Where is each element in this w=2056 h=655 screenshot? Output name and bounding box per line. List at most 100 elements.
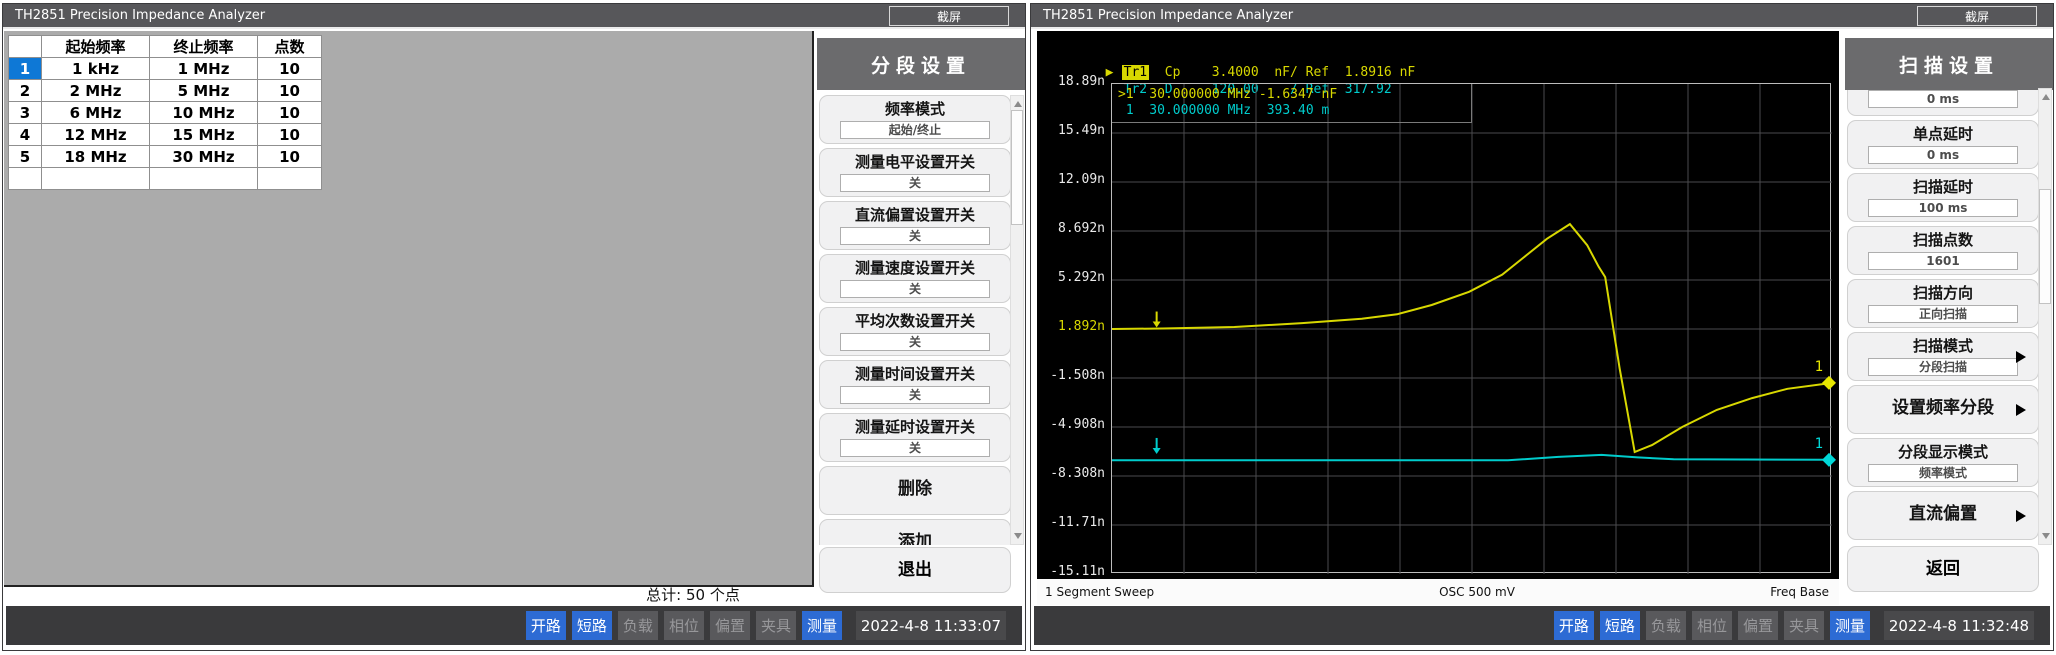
cell-start[interactable] xyxy=(42,168,150,190)
cell-stop[interactable]: 10 MHz xyxy=(150,102,258,124)
cell-points[interactable]: 10 xyxy=(258,80,322,102)
sweep-delay-value: 100 ms xyxy=(1868,199,2018,217)
back-button[interactable]: 返回 xyxy=(1847,546,2039,592)
cell-start[interactable]: 18 MHz xyxy=(42,146,150,168)
meas-time-switch-button[interactable]: 测量时间设置开关 关 xyxy=(819,360,1011,409)
timestamp: 2022-4-8 11:33:07 xyxy=(856,611,1006,640)
y-tick-label: 5.292n xyxy=(1039,270,1105,285)
sweep-type-label: 1 Segment Sweep xyxy=(1045,585,1154,599)
scrolled-partial-button[interactable]: 0 ms xyxy=(1847,90,2039,116)
meas-time-switch-value: 关 xyxy=(840,386,990,404)
right-window-title: TH2851 Precision Impedance Analyzer xyxy=(1043,8,1293,23)
table-row: 2 2 MHz 5 MHz 10 xyxy=(9,80,322,102)
row-number[interactable]: 5 xyxy=(9,146,42,168)
sweep-delay-button[interactable]: 扫描延时 100 ms xyxy=(1847,173,2039,222)
cell-stop[interactable]: 1 MHz xyxy=(150,58,258,80)
cell-points[interactable]: 10 xyxy=(258,146,322,168)
fixture-button[interactable]: 夹具 xyxy=(1784,611,1824,640)
segment-display-mode-button[interactable]: 分段显示模式 频率模式 xyxy=(1847,438,2039,487)
short-correction-button[interactable]: 短路 xyxy=(1600,611,1640,640)
row-number[interactable]: 4 xyxy=(9,124,42,146)
scrollbar-thumb[interactable] xyxy=(1011,110,1023,225)
freq-mode-button[interactable]: 频率模式 起始/终止 xyxy=(819,95,1011,144)
bias-button[interactable]: 偏置 xyxy=(1738,611,1778,640)
cell-start[interactable]: 12 MHz xyxy=(42,124,150,146)
row-number[interactable]: 2 xyxy=(9,80,42,102)
meas-delay-switch-button[interactable]: 测量延时设置开关 关 xyxy=(819,413,1011,462)
submenu-arrow-icon xyxy=(2016,510,2026,522)
cell-points[interactable]: 10 xyxy=(258,58,322,80)
bias-button[interactable]: 偏置 xyxy=(710,611,750,640)
sweep-direction-button[interactable]: 扫描方向 正向扫描 xyxy=(1847,279,2039,328)
speed-switch-button[interactable]: 测量速度设置开关 关 xyxy=(819,254,1011,303)
table-row: 4 12 MHz 15 MHz 10 xyxy=(9,124,322,146)
scroll-down-icon[interactable] xyxy=(2042,533,2050,539)
sweep-direction-value: 正向扫描 xyxy=(1868,305,2018,323)
cell-stop[interactable]: 5 MHz xyxy=(150,80,258,102)
dc-bias-switch-button[interactable]: 直流偏置设置开关 关 xyxy=(819,201,1011,250)
panel-button-list: 0 ms 单点延时 0 ms 扫描延时 100 ms 扫描点数 1601 扫描方… xyxy=(1847,88,2039,545)
exit-button[interactable]: 退出 xyxy=(819,547,1011,593)
meas-delay-switch-value: 关 xyxy=(840,439,990,457)
left-window-title: TH2851 Precision Impedance Analyzer xyxy=(15,8,265,23)
y-tick-label: -1.508n xyxy=(1039,368,1105,383)
table-row: 5 18 MHz 30 MHz 10 xyxy=(9,146,322,168)
y-tick-label: -4.908n xyxy=(1039,417,1105,432)
set-freq-segments-button[interactable]: 设置频率分段 xyxy=(1847,385,2039,434)
open-correction-button[interactable]: 开路 xyxy=(526,611,566,640)
cell-points[interactable]: 10 xyxy=(258,124,322,146)
svg-text:1: 1 xyxy=(1815,436,1823,452)
level-switch-button[interactable]: 测量电平设置开关 关 xyxy=(819,148,1011,197)
scrollbar-thumb[interactable] xyxy=(2039,189,2051,304)
cell-start[interactable]: 1 kHz xyxy=(42,58,150,80)
sweep-points-value: 1601 xyxy=(1868,252,2018,270)
table-header-row: 起始频率 终止频率 点数 xyxy=(9,36,322,58)
right-titlebar: TH2851 Precision Impedance Analyzer 截屏 xyxy=(1031,4,2053,29)
row-number-selected[interactable]: 1 xyxy=(9,58,42,80)
sweep-settings-panel: 扫描设置 0 ms 单点延时 0 ms 扫描延时 100 ms 扫描点数 160… xyxy=(1843,31,2055,601)
phase-button[interactable]: 相位 xyxy=(664,611,704,640)
marker1-tr2-readout: 1 30.000000 MHz 393.40 m xyxy=(1118,103,1329,118)
y-tick-label: 18.89n xyxy=(1039,74,1105,89)
segment-table-area: 起始频率 终止频率 点数 1 1 kHz 1 MHz 10 2 2 MHz 5 … xyxy=(4,31,814,587)
row-number[interactable]: 3 xyxy=(9,102,42,124)
cell-stop[interactable]: 15 MHz xyxy=(150,124,258,146)
dc-bias-button[interactable]: 直流偏置 xyxy=(1847,491,2039,540)
add-button[interactable]: 添加 xyxy=(819,519,1011,545)
screenshot-button[interactable]: 截屏 xyxy=(889,6,1009,26)
delete-button[interactable]: 删除 xyxy=(819,466,1011,515)
left-status-bar: 开路 短路 负载 相位 偏置 夹具 测量 2022-4-8 11:33:07 xyxy=(6,606,1022,645)
measure-button[interactable]: 测量 xyxy=(802,611,842,640)
load-correction-button[interactable]: 负载 xyxy=(1646,611,1686,640)
phase-button[interactable]: 相位 xyxy=(1692,611,1732,640)
chart-region: ▶Tr1 Cp 3.4000 nF/ Ref 1.8916 nF Tr2 D 1… xyxy=(1037,31,1839,579)
cell-start[interactable]: 6 MHz xyxy=(42,102,150,124)
y-tick-label: -8.308n xyxy=(1039,466,1105,481)
sweep-points-button[interactable]: 扫描点数 1601 xyxy=(1847,226,2039,275)
panel-scrollbar[interactable] xyxy=(1010,95,1024,545)
panel-scrollbar[interactable] xyxy=(2038,88,2052,545)
cell-points[interactable] xyxy=(258,168,322,190)
measure-button[interactable]: 测量 xyxy=(1830,611,1870,640)
cell-points[interactable]: 10 xyxy=(258,102,322,124)
scroll-up-icon[interactable] xyxy=(2042,94,2050,100)
header-num xyxy=(9,36,42,58)
scroll-down-icon[interactable] xyxy=(1014,533,1022,539)
header-points: 点数 xyxy=(258,36,322,58)
load-correction-button[interactable]: 负载 xyxy=(618,611,658,640)
y-tick-label: -15.11n xyxy=(1039,564,1105,579)
point-delay-button[interactable]: 单点延时 0 ms xyxy=(1847,120,2039,169)
cell-stop[interactable]: 30 MHz xyxy=(150,146,258,168)
row-number[interactable] xyxy=(9,168,42,190)
fixture-button[interactable]: 夹具 xyxy=(756,611,796,640)
average-switch-button[interactable]: 平均次数设置开关 关 xyxy=(819,307,1011,356)
open-correction-button[interactable]: 开路 xyxy=(1554,611,1594,640)
y-tick-label-ref: 1.892n xyxy=(1039,319,1105,334)
screenshot-button[interactable]: 截屏 xyxy=(1917,6,2037,26)
scroll-up-icon[interactable] xyxy=(1014,101,1022,107)
cell-stop[interactable] xyxy=(150,168,258,190)
sweep-mode-button[interactable]: 扫描模式 分段扫描 xyxy=(1847,332,2039,381)
table-row: 1 1 kHz 1 MHz 10 xyxy=(9,58,322,80)
cell-start[interactable]: 2 MHz xyxy=(42,80,150,102)
short-correction-button[interactable]: 短路 xyxy=(572,611,612,640)
